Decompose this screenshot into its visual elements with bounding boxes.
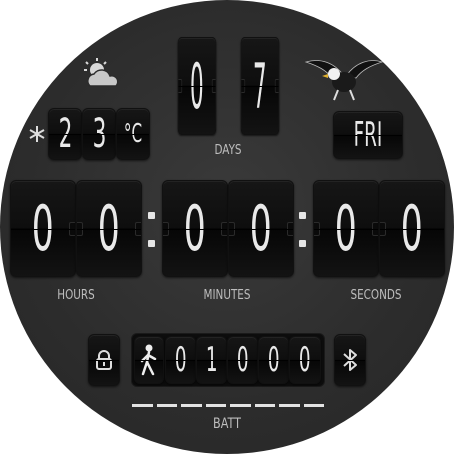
temp-digit-1-text: 2 [58,111,72,157]
snowflake-icon [29,126,45,142]
hours-digit-2-text: 0 [97,192,120,265]
temp-unit-text: °C [123,119,143,149]
steps-digit-2: 1 [196,336,227,384]
hinge [163,221,169,236]
partly-cloudy-icon [84,58,119,87]
hinge [69,221,75,236]
weekday-text: FRI [353,115,383,155]
steps-digit-3-text: 0 [236,340,249,380]
battery-segment [156,404,177,407]
day-digit-1-text: 0 [190,49,204,123]
temp-digit-2: 3 [82,108,116,160]
steps-digit-2-text: 1 [205,340,218,380]
hinge [241,79,246,93]
minutes-digit-1-text: 0 [183,192,206,265]
day-digit-2-text: 7 [253,49,267,123]
battery-segment [181,404,202,407]
hinge [372,221,378,236]
days-label: DAYS [214,143,242,158]
hinge [221,221,227,236]
seconds-digit-2: 0 [379,180,445,277]
battery-segment [230,404,251,407]
hinge [77,221,83,236]
hinge [211,79,216,93]
battery-segment [254,404,275,407]
battery-bar [132,404,324,410]
temp-digit-1: 2 [48,108,82,160]
battery-segment [279,404,300,407]
hinge [314,221,320,236]
bluetooth-icon [343,349,357,371]
seconds-digit-1-text: 0 [334,192,357,265]
seconds-digit-1: 0 [313,180,379,277]
hinge [380,221,386,236]
colon-dot [148,212,155,219]
hours-label: HOURS [57,288,95,303]
steps-icon-tile [134,336,164,384]
hinge [178,79,183,93]
steps-digit-5-text: 0 [299,340,311,380]
hinge [229,221,235,236]
steps-digit-1: 0 [165,336,196,384]
hinge [287,221,293,236]
temp-unit: °C [116,108,150,160]
minutes-digit-2-text: 0 [249,192,272,265]
colon-dot [148,240,155,247]
walking-person-icon [140,344,157,376]
colon-dot [299,212,306,219]
eagle-logo [304,60,384,101]
battery-label: BATT [213,416,241,432]
steps-digit-3: 0 [227,336,258,384]
day-digit-1: 0 [177,37,217,135]
battery-segment [303,404,324,407]
watch-face: 0 7 DAYS 2 3 °C FRI 0 0 0 0 0 0 HOURS MI… [0,0,454,454]
lock-icon [96,350,112,370]
seconds-label: SECONDS [350,288,402,303]
steps-digit-4: 0 [258,336,289,384]
battery-segment [205,404,226,407]
colon-dot [299,240,306,247]
hours-digit-1: 0 [10,180,76,277]
hours-digit-1-text: 0 [31,192,54,265]
seconds-digit-2-text: 0 [400,192,423,265]
day-digit-2: 7 [240,37,280,135]
bluetooth-tile[interactable] [334,334,366,386]
battery-segment [132,404,153,407]
minutes-label: MINUTES [203,288,251,303]
hinge [135,221,141,236]
hours-digit-2: 0 [76,180,142,277]
steps-digit-4-text: 0 [267,340,280,380]
lock-tile[interactable] [88,334,120,386]
hinge [274,79,279,93]
steps-digit-1-text: 0 [174,340,187,380]
steps-digit-5: 0 [289,336,321,384]
minutes-digit-2: 0 [228,180,294,277]
minutes-digit-1: 0 [162,180,228,277]
weekday-tile: FRI [333,111,403,159]
temp-digit-2-text: 3 [92,111,106,157]
